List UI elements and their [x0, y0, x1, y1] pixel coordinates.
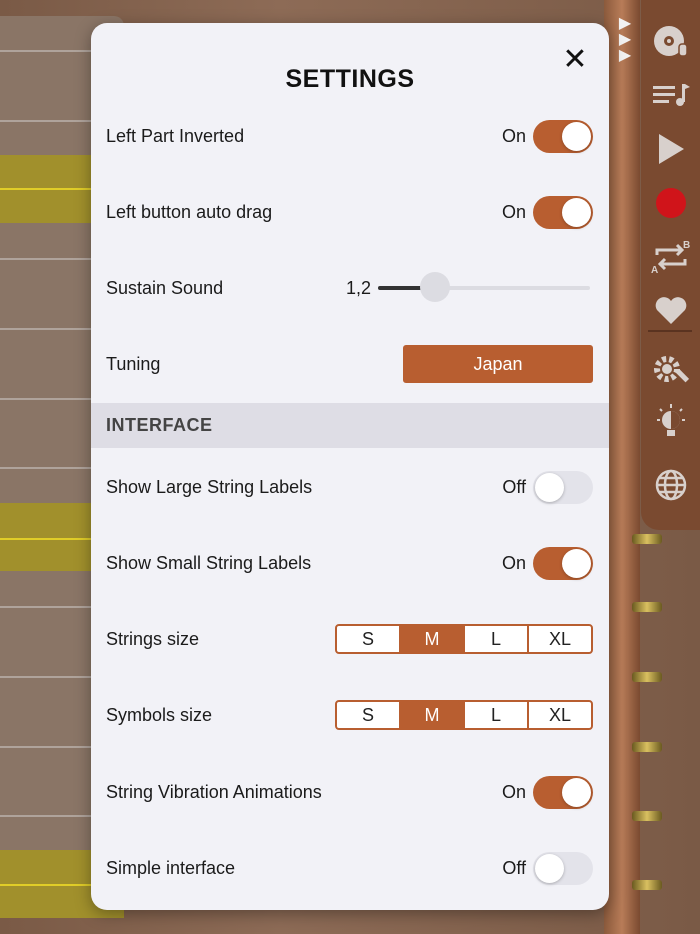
strings-size-option-l[interactable]: L: [463, 626, 527, 652]
setting-label: Left Part Inverted: [106, 125, 245, 146]
symbols-size-option-l[interactable]: L: [463, 702, 527, 728]
setting-label: String Vibration Animations: [106, 781, 322, 802]
setting-label: Left button auto drag: [106, 201, 273, 222]
strings-size-option-m[interactable]: M: [399, 626, 463, 652]
setting-row-simple-interface: Simple interface Off: [91, 833, 609, 903]
show-large-string-labels-toggle[interactable]: [533, 471, 593, 504]
setting-label: Show Small String Labels: [106, 552, 312, 573]
repeat-ab-icon[interactable]: AB: [641, 234, 700, 280]
lightbulb-icon[interactable]: [641, 400, 700, 446]
record-icon[interactable]: [641, 180, 700, 226]
setting-label: Tuning: [106, 353, 161, 374]
toggle-knob: [535, 854, 564, 883]
show-small-string-labels-toggle[interactable]: [533, 547, 593, 580]
setting-row-strings-size: Strings size S M L XL: [91, 604, 609, 674]
tuning-peg: [632, 534, 662, 544]
simple-interface-toggle[interactable]: [533, 852, 593, 885]
toggle-state-text: Off: [502, 476, 526, 497]
toggle-state-text: On: [501, 552, 526, 573]
string-vibration-animations-toggle[interactable]: [533, 776, 593, 809]
strings-size-option-xl[interactable]: XL: [527, 626, 591, 652]
toggle-knob: [562, 198, 591, 227]
setting-label: Sustain Sound: [106, 277, 224, 298]
tuning-peg: [632, 880, 662, 890]
setting-row-show-large-string-labels: Show Large String Labels Off: [91, 452, 609, 522]
toggle-state-text: On: [501, 201, 526, 222]
toggle-state-text: On: [501, 781, 526, 802]
toolbar-divider: [648, 330, 692, 332]
strings-size-segmented-control: S M L XL: [335, 624, 593, 654]
toggle-knob: [562, 549, 591, 578]
dialog-title: SETTINGS: [285, 65, 415, 93]
svg-text:B: B: [683, 240, 690, 251]
toggle-knob: [562, 778, 591, 807]
left-part-inverted-toggle[interactable]: [533, 120, 593, 153]
setting-label: Simple interface: [106, 857, 236, 878]
setting-row-left-button-auto-drag: Left button auto drag On: [91, 177, 609, 247]
toggle-state-text: On: [501, 125, 526, 146]
toggle-state-text: Off: [502, 857, 526, 878]
globe-icon[interactable]: [641, 462, 700, 508]
collapse-arrows-icon[interactable]: ▶ ▶ ▶: [612, 16, 638, 72]
setting-label: Show Large String Labels: [106, 476, 313, 497]
play-icon[interactable]: [641, 126, 700, 172]
instrument-bridge: [604, 0, 640, 934]
tuning-peg: [632, 602, 662, 612]
playlist-icon[interactable]: [641, 72, 700, 118]
toggle-knob: [562, 122, 591, 151]
interface-section-header: INTERFACE: [91, 403, 609, 448]
symbols-size-option-m[interactable]: M: [399, 702, 463, 728]
tuning-peg: [632, 742, 662, 752]
symbols-size-option-s[interactable]: S: [337, 702, 399, 728]
section-title: INTERFACE: [106, 415, 213, 435]
tuning-peg: [632, 672, 662, 682]
settings-icon[interactable]: [641, 348, 700, 394]
symbols-size-option-xl[interactable]: XL: [527, 702, 591, 728]
sustain-value: 1,2: [345, 277, 371, 298]
setting-row-sustain-sound: Sustain Sound 1,2: [91, 253, 609, 323]
setting-row-symbols-size: Symbols size S M L XL: [91, 680, 609, 750]
side-toolbar: AB: [641, 0, 700, 530]
setting-row-tuning: Tuning Japan: [91, 329, 609, 399]
sustain-slider[interactable]: [378, 272, 590, 302]
vinyl-record-icon[interactable]: [641, 18, 700, 64]
setting-row-show-small-string-labels: Show Small String Labels On: [91, 528, 609, 598]
close-icon[interactable]: ✕: [558, 42, 592, 76]
slider-thumb[interactable]: [420, 272, 451, 302]
tuning-select-button[interactable]: Japan: [403, 345, 593, 383]
setting-row-string-vibration-animations: String Vibration Animations On: [91, 757, 609, 827]
svg-text:A: A: [651, 265, 658, 275]
left-button-auto-drag-toggle[interactable]: [533, 196, 593, 229]
symbols-size-segmented-control: S M L XL: [335, 700, 593, 730]
setting-label: Strings size: [106, 628, 200, 649]
heart-icon[interactable]: [641, 288, 700, 334]
strings-size-option-s[interactable]: S: [337, 626, 399, 652]
toggle-knob: [535, 473, 564, 502]
setting-row-left-part-inverted: Left Part Inverted On: [91, 101, 609, 171]
setting-label: Symbols size: [106, 704, 213, 725]
settings-dialog: SETTINGS ✕ Left Part Inverted On Left bu…: [91, 23, 609, 910]
tuning-peg: [632, 811, 662, 821]
